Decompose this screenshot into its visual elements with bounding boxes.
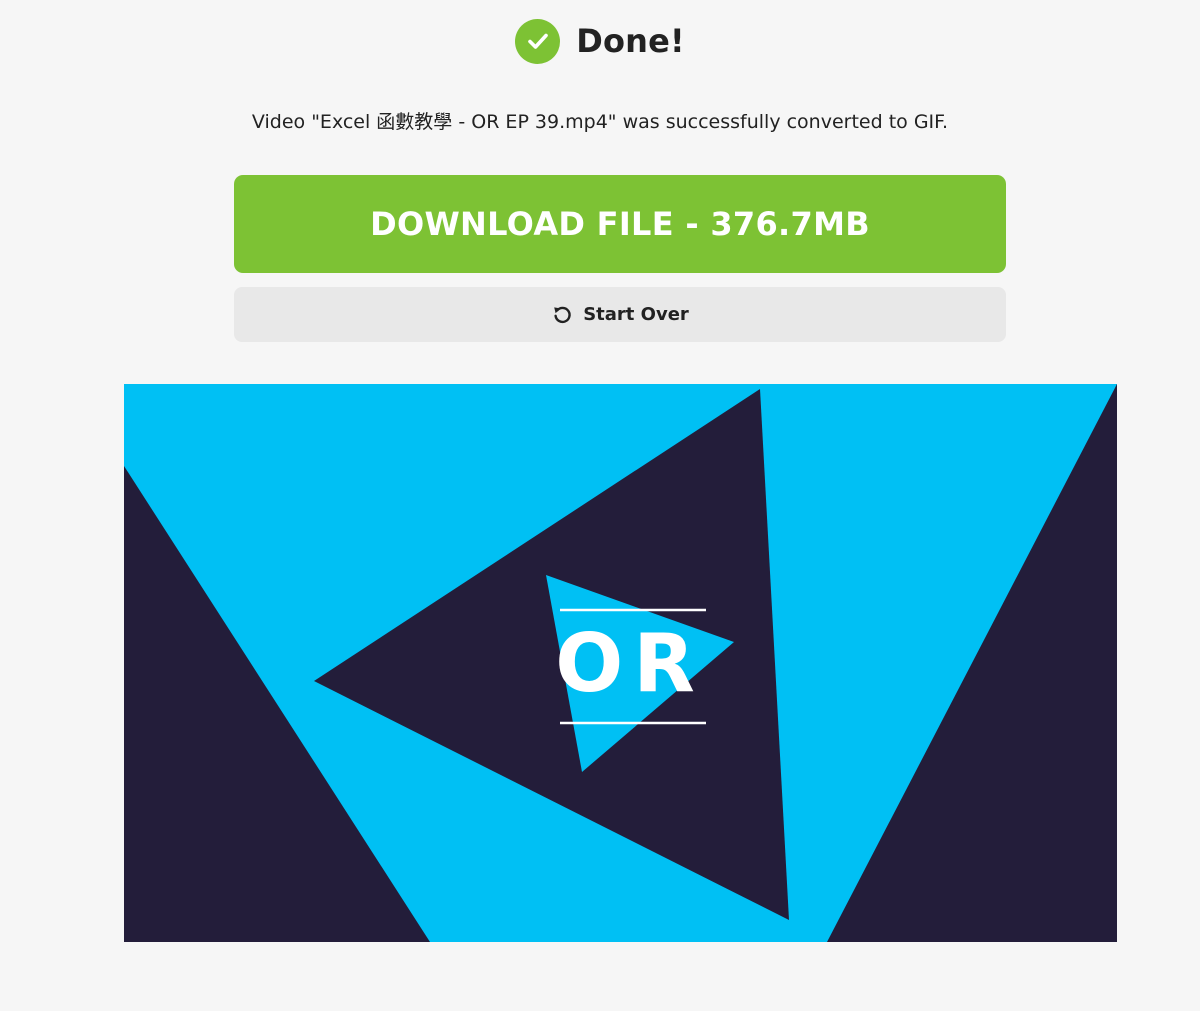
start-over-label: Start Over: [583, 304, 689, 325]
status-heading: Done!: [0, 16, 1200, 66]
conversion-result-page: Done! Video "Excel 函數教學 - OR EP 39.mp4" …: [0, 0, 1200, 1011]
gif-preview-image: OR: [124, 384, 1117, 942]
refresh-icon: [551, 304, 573, 326]
success-message: Video "Excel 函數教學 - OR EP 39.mp4" was su…: [251, 111, 949, 133]
page-title: Done!: [576, 22, 685, 60]
logo-text: OR: [555, 617, 705, 710]
start-over-button[interactable]: Start Over: [234, 287, 1006, 342]
check-circle-icon: [515, 18, 561, 64]
download-file-button[interactable]: DOWNLOAD FILE - 376.7MB: [234, 175, 1006, 273]
